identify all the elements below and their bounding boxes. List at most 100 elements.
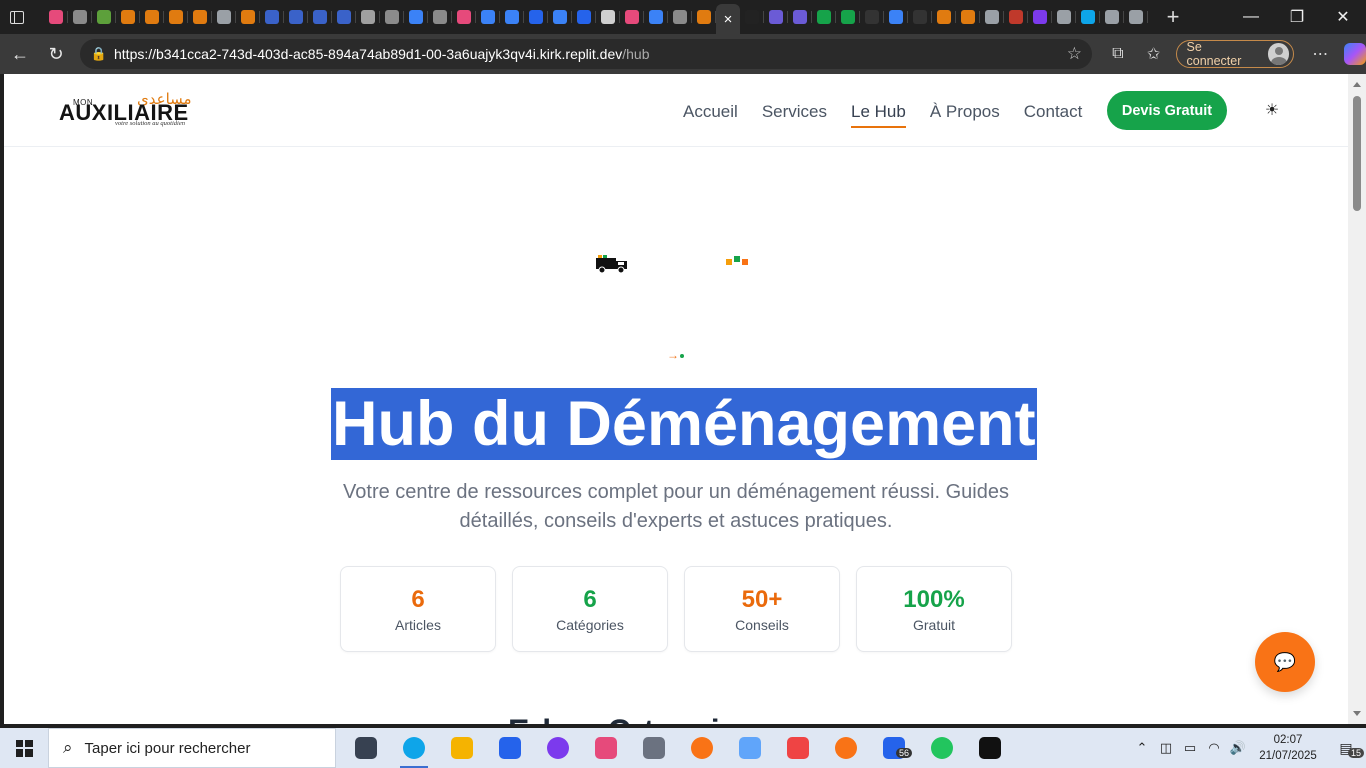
browser-tab[interactable] — [1100, 4, 1124, 30]
site-logo[interactable]: مساعدي MON AUXILIAIRE votre solution au … — [59, 90, 209, 132]
mail-icon[interactable] — [486, 728, 534, 768]
chat-bubble-button[interactable]: 💬 — [1255, 632, 1315, 692]
browser-tab[interactable] — [92, 4, 116, 30]
nav-services[interactable]: Services — [762, 96, 827, 128]
browser-tab[interactable] — [68, 4, 92, 30]
tab-actions-button[interactable] — [0, 0, 34, 34]
firefox-icon[interactable] — [678, 728, 726, 768]
browser-tab[interactable] — [404, 4, 428, 30]
browser-tab[interactable] — [668, 4, 692, 30]
tor-browser-icon[interactable] — [534, 728, 582, 768]
browser-tab[interactable] — [500, 4, 524, 30]
taskbar-search[interactable]: ⌕ Taper ici pour rechercher — [48, 728, 336, 768]
site-info-icon[interactable]: 🔒 — [84, 46, 114, 62]
browser-tab[interactable] — [860, 4, 884, 30]
tab-favicon-icon — [73, 10, 87, 24]
browser-tab[interactable] — [260, 4, 284, 30]
browser-tab[interactable] — [188, 4, 212, 30]
tray-meet-icon[interactable]: ◫ — [1154, 728, 1178, 768]
back-button[interactable]: ← — [2, 36, 38, 72]
new-tab-button[interactable]: + — [1158, 2, 1188, 32]
clock[interactable]: 02:07 21/07/2025 — [1250, 732, 1326, 764]
notification-center-icon[interactable]: ▤ 15 — [1326, 728, 1366, 768]
browser-tab[interactable] — [1028, 4, 1052, 30]
file-explorer-icon[interactable] — [438, 728, 486, 768]
browser-tab[interactable] — [140, 4, 164, 30]
reload-button[interactable]: ↻ — [38, 36, 74, 72]
browser-tab[interactable] — [908, 4, 932, 30]
edge-browser-icon[interactable] — [390, 728, 438, 768]
browser-tab[interactable] — [548, 4, 572, 30]
browser-tab[interactable] — [452, 4, 476, 30]
browser-tab[interactable] — [236, 4, 260, 30]
browser-tab[interactable] — [644, 4, 668, 30]
browser-tab[interactable] — [764, 4, 788, 30]
signin-button[interactable]: Se connecter — [1175, 40, 1295, 68]
browser-tab[interactable] — [884, 4, 908, 30]
tab-favicon-icon — [313, 10, 327, 24]
browser-tab[interactable] — [1076, 4, 1100, 30]
notes-app-icon[interactable] — [726, 728, 774, 768]
favorite-star-icon[interactable]: ☆ — [1067, 44, 1082, 64]
browser-tab[interactable] — [596, 4, 620, 30]
nav-le-hub[interactable]: Le Hub — [851, 96, 906, 128]
battery-icon[interactable]: ▭ — [1178, 728, 1202, 768]
copilot-icon[interactable] — [1344, 43, 1366, 65]
start-button[interactable] — [0, 728, 48, 768]
browser-tab[interactable] — [956, 4, 980, 30]
page-scrollbar[interactable] — [1348, 74, 1366, 724]
nav-contact[interactable]: Contact — [1024, 96, 1083, 128]
browser-tab[interactable] — [116, 4, 140, 30]
scroll-thumb[interactable] — [1353, 96, 1361, 211]
wifi-icon[interactable]: ◠ — [1202, 728, 1226, 768]
minimize-button[interactable]: — — [1228, 0, 1274, 34]
more-menu-icon[interactable]: ⋯ — [1302, 36, 1338, 72]
remote-desktop-icon[interactable]: 56 — [870, 728, 918, 768]
browser-tab[interactable] — [524, 4, 548, 30]
address-bar[interactable]: 🔒 https://b341cca2-743d-403d-ac85-894a74… — [80, 39, 1092, 69]
browser-tab[interactable] — [620, 4, 644, 30]
chrome-icon[interactable] — [918, 728, 966, 768]
browser-tab[interactable] — [572, 4, 596, 30]
browser-tab[interactable] — [212, 4, 236, 30]
task-view-icon[interactable] — [342, 728, 390, 768]
browser-tab[interactable] — [1052, 4, 1076, 30]
pdf-app-icon[interactable] — [774, 728, 822, 768]
volume-icon[interactable]: 🔊 — [1226, 728, 1250, 768]
claude-app-icon[interactable] — [822, 728, 870, 768]
browser-tab[interactable] — [740, 4, 764, 30]
browser-tab[interactable] — [692, 4, 716, 30]
browser-tab[interactable] — [932, 4, 956, 30]
browser-tab[interactable] — [836, 4, 860, 30]
chat-icon: 💬 — [1273, 651, 1297, 672]
active-tab-close-button[interactable]: × — [716, 4, 740, 34]
browser-tab[interactable] — [476, 4, 500, 30]
browser-tab[interactable] — [1124, 4, 1148, 30]
nav-a-propos[interactable]: À Propos — [930, 96, 1000, 128]
browser-tab[interactable] — [356, 4, 380, 30]
scroll-down-arrow[interactable] — [1353, 711, 1361, 716]
maximize-button[interactable]: ❐ — [1274, 0, 1320, 34]
browser-tab[interactable] — [428, 4, 452, 30]
extensions-icon[interactable]: ⧉ — [1100, 36, 1136, 72]
browser-tab[interactable] — [284, 4, 308, 30]
browser-tab[interactable] — [380, 4, 404, 30]
devis-gratuit-button[interactable]: Devis Gratuit — [1107, 91, 1227, 130]
theme-toggle-sun-icon[interactable]: ☀ — [1261, 99, 1283, 121]
browser-tab[interactable] — [812, 4, 836, 30]
browser-tab[interactable] — [788, 4, 812, 30]
nav-accueil[interactable]: Accueil — [683, 96, 738, 128]
close-window-button[interactable]: ✕ — [1320, 0, 1366, 34]
app-w-icon[interactable] — [966, 728, 1014, 768]
browser-tab[interactable] — [308, 4, 332, 30]
browser-tab[interactable] — [1004, 4, 1028, 30]
browser-tab[interactable] — [164, 4, 188, 30]
favorites-icon[interactable]: ✩ — [1136, 36, 1172, 72]
git-graph-icon[interactable] — [582, 728, 630, 768]
browser-tab[interactable] — [980, 4, 1004, 30]
browser-tab[interactable] — [332, 4, 356, 30]
browser-tab[interactable] — [44, 4, 68, 30]
tray-chevron-icon[interactable]: ⌃ — [1130, 728, 1154, 768]
scroll-up-arrow[interactable] — [1353, 82, 1361, 87]
code-editor-icon[interactable] — [630, 728, 678, 768]
